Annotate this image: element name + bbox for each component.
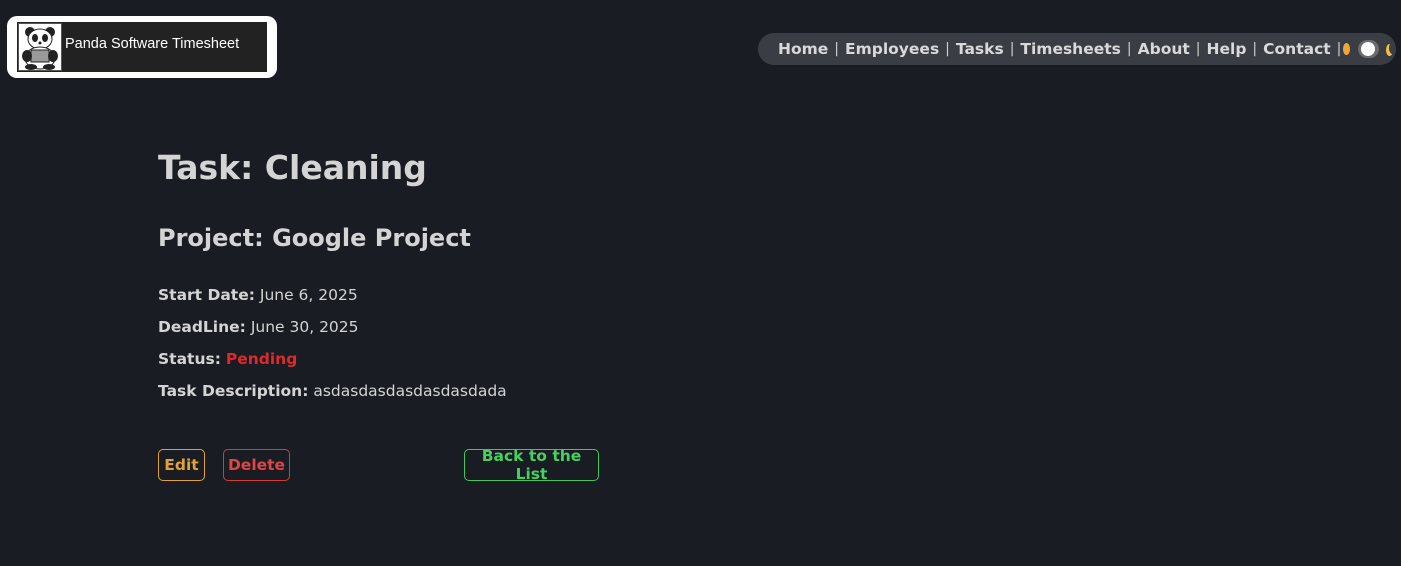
description-label: Task Description: bbox=[158, 382, 309, 400]
brand-name: Panda Software Timesheet bbox=[65, 36, 240, 52]
back-to-list-button[interactable]: Back to the List bbox=[464, 447, 599, 483]
brand-logo-box[interactable]: Panda Software Timesheet bbox=[7, 16, 277, 78]
nav-help[interactable]: Help bbox=[1207, 40, 1247, 58]
delete-button[interactable]: Delete bbox=[223, 449, 290, 481]
moon-icon bbox=[1389, 42, 1396, 54]
nav-employees[interactable]: Employees bbox=[845, 40, 939, 58]
status-label: Status: bbox=[158, 350, 221, 368]
nav-separator: | bbox=[1252, 41, 1258, 57]
project-title: Project: Google Project bbox=[158, 224, 471, 252]
panda-logo-icon bbox=[18, 23, 62, 71]
toggle-knob bbox=[1361, 42, 1376, 56]
status-row: Status: Pending bbox=[158, 350, 297, 368]
edit-button[interactable]: Edit bbox=[158, 449, 205, 481]
brand-logo-inner: Panda Software Timesheet bbox=[17, 22, 267, 72]
status-badge: Pending bbox=[225, 350, 298, 368]
start-date-row: Start Date: June 6, 2025 bbox=[158, 286, 358, 304]
start-date-value: June 6, 2025 bbox=[259, 286, 358, 304]
deadline-label: DeadLine: bbox=[158, 318, 246, 336]
nav-home[interactable]: Home bbox=[778, 40, 828, 58]
nav-separator: | bbox=[945, 41, 950, 57]
nav-contact[interactable]: Contact bbox=[1263, 40, 1331, 58]
nav-separator: | bbox=[1336, 41, 1342, 57]
deadline-value: June 30, 2025 bbox=[250, 318, 359, 336]
nav-separator: | bbox=[1009, 41, 1015, 57]
nav-separator: | bbox=[834, 41, 840, 57]
main-nav: Home | Employees | Tasks | Timesheets | … bbox=[758, 33, 1396, 65]
task-title: Task: Cleaning bbox=[158, 148, 427, 187]
nav-timesheets[interactable]: Timesheets bbox=[1020, 40, 1120, 58]
nav-tasks[interactable]: Tasks bbox=[956, 40, 1004, 58]
theme-toggle[interactable] bbox=[1358, 40, 1380, 58]
nav-separator: | bbox=[1126, 41, 1132, 57]
start-date-label: Start Date: bbox=[158, 286, 255, 304]
nav-separator: | bbox=[1195, 41, 1201, 57]
sun-icon bbox=[1343, 43, 1351, 55]
deadline-row: DeadLine: June 30, 2025 bbox=[158, 318, 359, 336]
description-row: Task Description: asdasdasdasdasdasdada bbox=[158, 382, 507, 400]
nav-about[interactable]: About bbox=[1138, 40, 1190, 58]
description-value: asdasdasdasdasdasdada bbox=[313, 382, 507, 400]
